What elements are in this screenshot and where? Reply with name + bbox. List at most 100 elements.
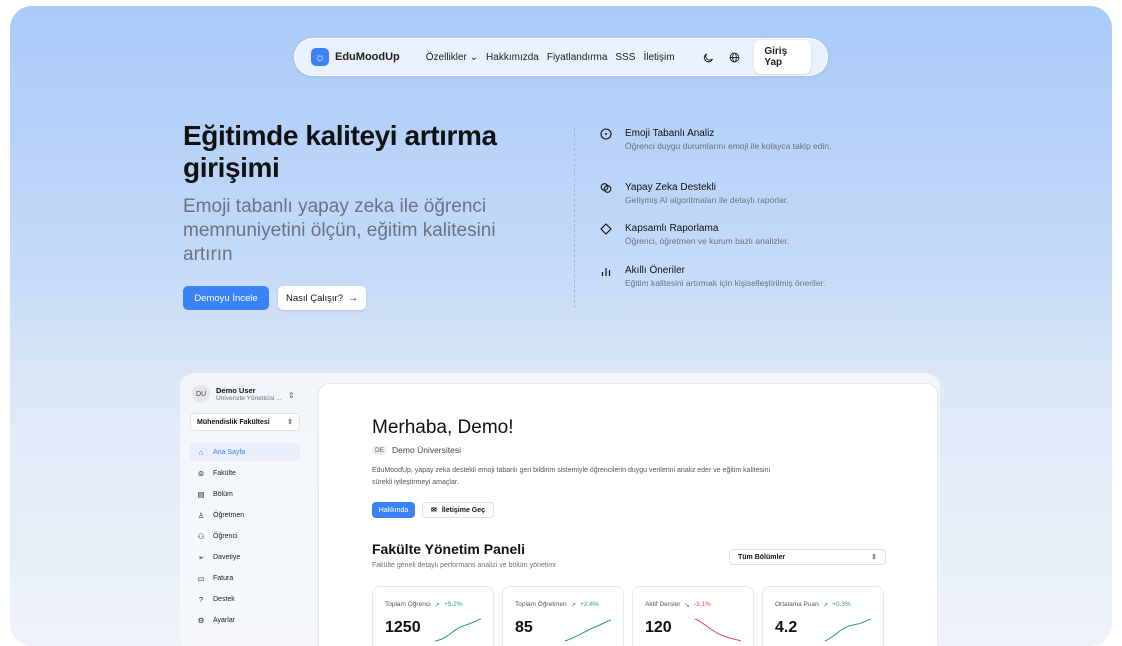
feature-description: Öğrenci duygu durumlarını emoji ile kola…	[625, 141, 832, 151]
user-name: Demo User	[216, 385, 256, 395]
login-button[interactable]: Giriş Yap	[754, 40, 812, 74]
demo-button[interactable]: Demoyu İncele	[183, 286, 269, 310]
nav-link-contact[interactable]: İletişim	[643, 52, 674, 63]
sidebar-item-support[interactable]: ? Destek	[190, 590, 300, 608]
sidebar: DU Demo User Üniversite Yöneticisi ... ⇕…	[180, 373, 310, 646]
sidebar-item-faculty[interactable]: ⊜ Fakülte	[190, 464, 300, 482]
sun-logo-icon: ☼	[311, 48, 329, 66]
university-badge: DE	[372, 445, 388, 455]
stat-label: Aktif Dersler	[645, 601, 681, 608]
stat-label: Toplam Öğretmen	[515, 601, 567, 608]
bar-chart-icon	[599, 264, 613, 278]
panel-title: Fakülte Yönetim Paneli	[372, 541, 526, 557]
settings-icon: ⚙	[197, 615, 205, 625]
feature-description: Öğrenci, öğretmen ve kurum bazlı analizl…	[625, 236, 789, 246]
chevron-updown-icon: ⇕	[287, 419, 293, 426]
sidebar-item-settings[interactable]: ⚙ Ayarlar	[190, 611, 300, 629]
building-icon: ▤	[197, 489, 205, 499]
feature-description: Gelişmiş AI algoritmaları ile detaylı ra…	[625, 195, 789, 205]
hero-subtitle: Emoji tabanlı yapay zeka ile öğrenci mem…	[183, 196, 496, 265]
sparkline-down	[694, 618, 742, 642]
graduation-cap-icon: ⊜	[197, 468, 205, 478]
brand-logo[interactable]: ☼ EduMoodUp	[311, 48, 400, 66]
feature-description: Eğitim kalitesini artırmak için kişisell…	[625, 278, 826, 288]
hero-divider	[574, 128, 575, 308]
nav-link-about[interactable]: Hakkımızda	[486, 52, 539, 63]
faculty-select-value: Mühendislik Fakültesi	[197, 418, 270, 426]
department-select[interactable]: Tüm Bölümler ⇕	[729, 549, 886, 565]
page-background: ☼ EduMoodUp Özellikler ⌄ Hakkımızda Fiya…	[10, 6, 1112, 646]
greeting: Merhaba, Demo!	[372, 417, 514, 438]
stat-value: 1250	[385, 619, 421, 636]
trend-up-icon: ↗	[570, 602, 577, 609]
feature-title: Akıllı Öneriler	[625, 265, 686, 276]
department-select-value: Tüm Bölümler	[738, 553, 786, 561]
how-it-works-label: Nasıl Çalışır?	[285, 292, 343, 304]
sidebar-item-home[interactable]: ⌂ Ana Sayfa	[190, 443, 300, 461]
globe-icon[interactable]	[728, 50, 740, 64]
dashboard-preview: DU Demo User Üniversite Yöneticisi ... ⇕…	[180, 373, 940, 646]
feature-ai: Yapay Zeka Destekli Gelişmiş AI algoritm…	[599, 181, 839, 207]
nav-link-pricing[interactable]: Fiyatlandırma	[547, 52, 608, 63]
stat-change: -3.1%	[693, 601, 711, 608]
stat-card-courses: Aktif Dersler ↘ -3.1% 120	[632, 586, 754, 646]
chevron-updown-icon[interactable]: ⇕	[288, 391, 295, 400]
university-info: DE Demo Üniversitesi	[372, 445, 461, 455]
sparkline-up	[434, 618, 482, 642]
stat-value: 4.2	[775, 619, 798, 636]
how-it-works-button[interactable]: Nasıl Çalışır? →	[278, 286, 366, 310]
stat-card-teachers: Toplam Öğretmen ↗ +2.4% 85	[502, 586, 624, 646]
trend-up-icon: ↗	[822, 602, 829, 609]
sidebar-item-teacher[interactable]: ♙ Öğretmen	[190, 506, 300, 524]
stat-change: +2.4%	[580, 601, 599, 608]
sidebar-item-label: Ana Sayfa	[213, 448, 246, 456]
main-content: Merhaba, Demo! DE Demo Üniversitesi EduM…	[318, 383, 938, 646]
user-switcher[interactable]: DU Demo User Üniversite Yöneticisi ...	[192, 385, 282, 403]
card-icon: ▭	[197, 573, 205, 583]
nav-link-features[interactable]: Özellikler ⌄	[426, 52, 478, 63]
brand-name: EduMoodUp	[335, 51, 400, 63]
smile-icon	[599, 127, 613, 141]
moon-icon[interactable]	[703, 50, 715, 64]
sidebar-item-label: Öğretmen	[213, 511, 245, 519]
sidebar-item-invoice[interactable]: ▭ Fatura	[190, 569, 300, 587]
about-button[interactable]: Hakkında	[372, 502, 415, 518]
faculty-select[interactable]: Mühendislik Fakültesi ⇕	[190, 413, 300, 431]
nav-link-faq[interactable]: SSS	[615, 52, 635, 63]
feature-title: Yapay Zeka Destekli	[625, 182, 716, 193]
sidebar-item-label: Ayarlar	[213, 616, 236, 624]
stat-label: Toplam Öğrenci	[385, 601, 431, 608]
help-icon: ?	[198, 594, 204, 604]
contact-button-label: İletişime Geç	[441, 506, 486, 514]
stat-card-students: Toplam Öğrenci ↗ +5.2% 1250	[372, 586, 494, 646]
feature-reporting: Kapsamlı Raporlama Öğrenci, öğretmen ve …	[599, 222, 839, 248]
home-icon: ⌂	[198, 447, 204, 457]
stat-value: 85	[515, 619, 533, 636]
sidebar-item-department[interactable]: ▤ Bölüm	[190, 485, 300, 503]
stat-value: 120	[645, 619, 672, 636]
sparkline-up	[564, 619, 612, 642]
avatar: DU	[192, 385, 210, 403]
send-icon: ➢	[197, 552, 205, 562]
university-name: Demo Üniversitesi	[392, 445, 461, 455]
teacher-icon: ♙	[197, 510, 205, 520]
stat-change: +5.2%	[443, 601, 463, 608]
stat-change: +0.3%	[832, 601, 851, 608]
sidebar-item-label: Öğrenci	[213, 532, 238, 540]
sparkline-up	[824, 618, 872, 642]
chevron-updown-icon: ⇕	[871, 554, 877, 561]
sidebar-item-student[interactable]: ⚇ Öğrenci	[190, 527, 300, 545]
sidebar-item-invitation[interactable]: ➢ Davetiye	[190, 548, 300, 566]
contact-button[interactable]: ✉ İletişime Geç	[422, 502, 494, 518]
feature-title: Emoji Tabanlı Analiz	[625, 128, 715, 139]
top-navbar: ☼ EduMoodUp Özellikler ⌄ Hakkımızda Fiya…	[294, 38, 828, 76]
trend-down-icon: ↘	[684, 602, 690, 609]
feature-emoji-analysis: Emoji Tabanlı Analiz Öğrenci duygu durum…	[599, 127, 839, 153]
ai-icon	[599, 181, 613, 195]
mail-icon: ✉	[430, 507, 437, 514]
sidebar-item-label: Fatura	[213, 574, 234, 582]
diamond-icon	[599, 222, 613, 236]
stat-label: Ortalama Puan	[775, 601, 819, 608]
description: EduMoodUp, yapay zeka destekli emoji tab…	[372, 467, 771, 486]
hero-title: Eğitimde kaliteyi artırma girişimi	[183, 120, 497, 183]
